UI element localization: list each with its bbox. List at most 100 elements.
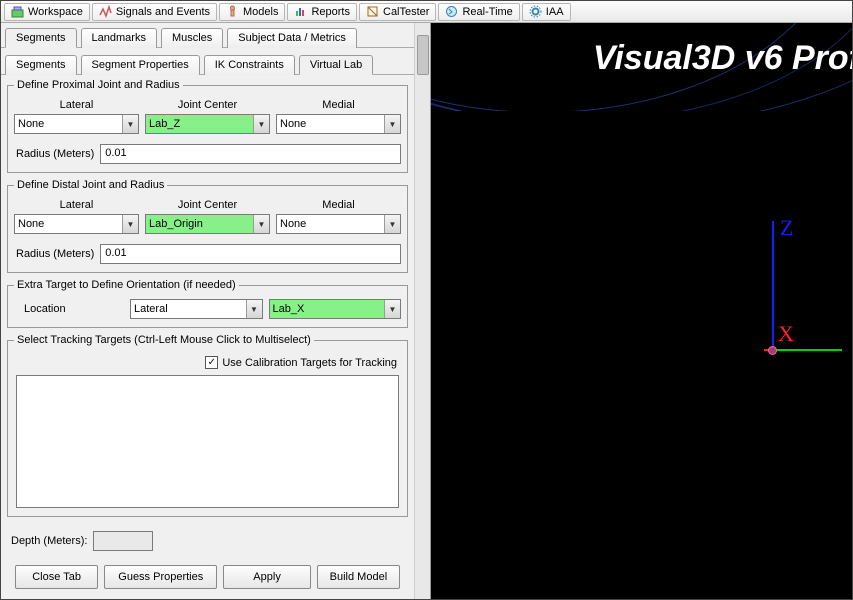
main-toolbar: Workspace Signals and Events Models Repo… [1,1,852,23]
properties-panel: Segments Landmarks Muscles Subject Data … [1,23,431,599]
caltester-icon [366,5,379,18]
combo-value: None [18,218,44,230]
axis-gizmo: Z X [764,221,844,361]
origin-marker [768,346,777,355]
button-label: Apply [253,571,281,583]
combo-value: None [18,118,44,130]
subtab-virtual-lab[interactable]: Virtual Lab [299,55,373,75]
extra-target-combo[interactable]: Lab_X ▼ [269,299,402,319]
close-tab-button[interactable]: Close Tab [15,565,98,589]
scrollbar[interactable] [414,23,430,599]
apply-button[interactable]: Apply [223,565,310,589]
realtime-icon [445,5,458,18]
extra-location-combo[interactable]: Lateral ▼ [130,299,263,319]
column-header: Medial [276,199,401,211]
column-header: Joint Center [145,199,270,211]
tab-muscles[interactable]: Muscles [161,28,223,48]
depth-input[interactable] [93,531,153,551]
checkbox-label: Use Calibration Targets for Tracking [222,357,397,369]
z-axis-label: Z [780,215,793,241]
toolbar-iaa[interactable]: IAA [522,3,571,21]
tab-segments[interactable]: Segments [5,28,77,48]
tab-label: Virtual Lab [310,59,362,71]
models-icon [226,5,239,18]
toolbar-signals[interactable]: Signals and Events [92,3,217,21]
app-title: Visual3D v6 Prof [593,39,852,78]
distal-joint-center-combo[interactable]: Lab_Origin ▼ [145,214,270,234]
toolbar-label: CalTester [383,6,429,18]
scrollbar-thumb[interactable] [417,35,429,75]
gear-icon [529,5,542,18]
toolbar-label: Models [243,6,278,18]
tab-label: Subject Data / Metrics [238,32,346,44]
proximal-radius-input[interactable]: 0.01 [100,144,401,164]
toolbar-reports[interactable]: Reports [287,3,357,21]
tab-subject-data[interactable]: Subject Data / Metrics [227,28,357,48]
button-label: Build Model [330,571,387,583]
signals-icon [99,5,112,18]
toolbar-caltester[interactable]: CalTester [359,3,436,21]
tab-label: Segment Properties [92,59,189,71]
proximal-lateral-combo[interactable]: None▼ [14,114,139,134]
guess-properties-button[interactable]: Guess Properties [104,565,217,589]
chevron-down-icon: ▼ [384,300,400,318]
chevron-down-icon: ▼ [384,115,400,133]
chevron-down-icon: ▼ [246,300,262,318]
tab-landmarks[interactable]: Landmarks [81,28,157,48]
column-header: Joint Center [145,99,270,111]
column-header: Medial [276,99,401,111]
toolbar-models[interactable]: Models [219,3,285,21]
toolbar-label: Workspace [28,6,83,18]
secondary-tabstrip: Segments Segment Properties IK Constrain… [1,48,414,75]
tab-label: Muscles [172,32,212,44]
use-calibration-checkbox[interactable]: ✓ [205,356,218,369]
distal-lateral-combo[interactable]: None▼ [14,214,139,234]
column-header: Lateral [14,199,139,211]
combo-value: None [280,118,306,130]
group-legend: Select Tracking Targets (Ctrl-Left Mouse… [14,334,314,346]
viewport-3d[interactable]: Visual3D v6 Prof Z X [431,23,852,599]
button-label: Guess Properties [118,571,203,583]
toolbar-realtime[interactable]: Real-Time [438,3,519,21]
toolbar-label: Real-Time [462,6,512,18]
input-value: 0.01 [105,147,126,159]
toolbar-workspace[interactable]: Workspace [4,3,90,21]
radius-label: Radius (Meters) [14,148,94,160]
combo-value: Lateral [134,303,168,315]
chevron-down-icon: ▼ [253,215,269,233]
toolbar-label: Reports [311,6,350,18]
proximal-group: Define Proximal Joint and Radius Lateral… [7,79,408,173]
x-axis-line [772,349,842,351]
tab-label: Segments [16,32,66,44]
combo-value: None [280,218,306,230]
distal-radius-input[interactable]: 0.01 [100,244,401,264]
distal-group: Define Distal Joint and Radius Lateral J… [7,179,408,273]
primary-tabstrip: Segments Landmarks Muscles Subject Data … [1,23,414,48]
chevron-down-icon: ▼ [253,115,269,133]
combo-value: Lab_Z [149,118,180,130]
subtab-ik-constraints[interactable]: IK Constraints [204,55,295,75]
group-legend: Define Proximal Joint and Radius [14,79,183,91]
button-label: Close Tab [32,571,81,583]
tab-label: IK Constraints [215,59,284,71]
tab-label: Landmarks [92,32,146,44]
toolbar-label: Signals and Events [116,6,210,18]
build-model-button[interactable]: Build Model [317,565,400,589]
workspace-icon [11,5,24,18]
subtab-segments[interactable]: Segments [5,55,77,75]
column-header: Lateral [14,99,139,111]
input-value: 0.01 [105,247,126,259]
combo-value: Lab_X [273,303,305,315]
proximal-medial-combo[interactable]: None ▼ [276,114,401,134]
distal-medial-combo[interactable]: None ▼ [276,214,401,234]
proximal-joint-center-combo[interactable]: Lab_Z ▼ [145,114,270,134]
combo-value: Lab_Origin [149,218,203,230]
group-legend: Extra Target to Define Orientation (if n… [14,279,239,291]
tab-label: Segments [16,59,66,71]
chevron-down-icon: ▼ [384,215,400,233]
radius-label: Radius (Meters) [14,248,94,260]
group-legend: Define Distal Joint and Radius [14,179,167,191]
tracking-group: Select Tracking Targets (Ctrl-Left Mouse… [7,334,408,517]
subtab-segment-properties[interactable]: Segment Properties [81,55,200,75]
tracking-targets-listbox[interactable] [16,375,399,508]
